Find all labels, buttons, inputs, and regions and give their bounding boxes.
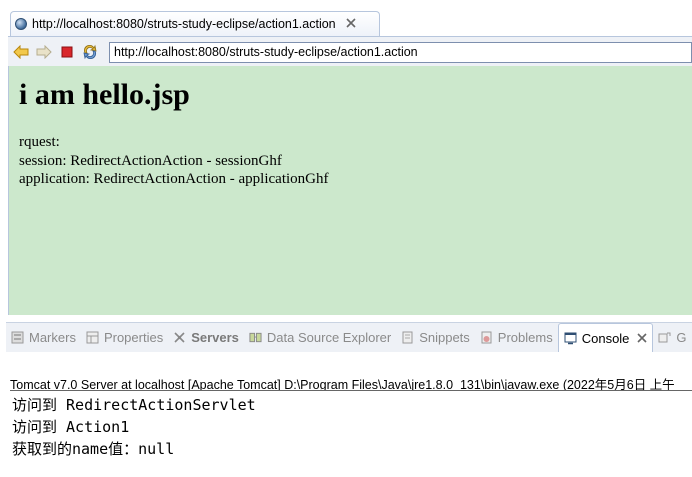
browser-editor-tab[interactable]: http://localhost:8080/struts-study-eclip…	[10, 11, 380, 36]
tab-servers[interactable]: Servers	[168, 324, 244, 352]
bottom-view-tabs: Markers Properties Servers Data Source E…	[6, 322, 692, 352]
markers-icon	[11, 331, 24, 344]
tab-snippets[interactable]: Snippets	[396, 324, 475, 352]
close-icon[interactable]	[637, 331, 647, 346]
tab-label: Problems	[497, 330, 553, 345]
session-line: session: RedirectActionAction - sessionG…	[19, 153, 282, 169]
browser-page-content: i am hello.jsp rquest: session: Redirect…	[8, 66, 692, 315]
tab-label: Snippets	[419, 330, 470, 345]
url-address-field[interactable]: http://localhost:8080/struts-study-eclip…	[109, 42, 692, 63]
tab-label: Data Source Explorer	[266, 330, 392, 345]
panel-separator	[0, 315, 692, 322]
url-text: http://localhost:8080/struts-study-eclip…	[114, 45, 418, 59]
forward-arrow-icon[interactable]	[35, 43, 53, 61]
tab-properties[interactable]: Properties	[81, 324, 168, 352]
page-heading: i am hello.jsp	[19, 78, 190, 111]
problems-icon	[480, 331, 493, 344]
console-process-header: Tomcat v7.0 Server at localhost [Apache …	[10, 374, 692, 391]
globe-icon	[15, 18, 27, 30]
editor-tab-strip: http://localhost:8080/struts-study-eclip…	[0, 0, 692, 36]
tab-label: G	[676, 330, 687, 345]
tab-label: Console	[581, 330, 630, 346]
git-icon	[658, 331, 671, 344]
refresh-icon[interactable]	[81, 43, 99, 61]
tab-console[interactable]: Console	[557, 323, 654, 352]
console-view: Tomcat v7.0 Server at localhost [Apache …	[6, 352, 692, 477]
properties-icon	[86, 331, 99, 344]
back-arrow-icon[interactable]	[12, 43, 30, 61]
data-source-icon	[249, 331, 262, 344]
tab-data-source-explorer[interactable]: Data Source Explorer	[244, 324, 396, 352]
application-line: application: RedirectActionAction - appl…	[19, 171, 329, 187]
console-icon	[564, 332, 577, 345]
browser-toolbar: http://localhost:8080/struts-study-eclip…	[8, 36, 692, 66]
tab-label: Properties	[103, 330, 164, 345]
stop-icon[interactable]	[58, 43, 76, 61]
close-icon[interactable]	[346, 17, 356, 31]
snippets-icon	[401, 331, 414, 344]
tab-label: Markers	[29, 330, 76, 345]
servers-icon	[173, 331, 186, 344]
tab-title: http://localhost:8080/struts-study-eclip…	[32, 17, 336, 31]
console-output-line: 访问到 Action1	[12, 418, 130, 436]
console-output-line: 获取到的name值：null	[12, 440, 175, 458]
tab-markers[interactable]: Markers	[6, 324, 81, 352]
tab-label: Servers	[191, 330, 239, 345]
request-line: rquest:	[19, 134, 60, 150]
tab-problems[interactable]: Problems	[475, 324, 558, 352]
tab-git[interactable]: G	[653, 324, 691, 352]
console-output-line: 访问到 RedirectActionServlet	[12, 396, 256, 414]
